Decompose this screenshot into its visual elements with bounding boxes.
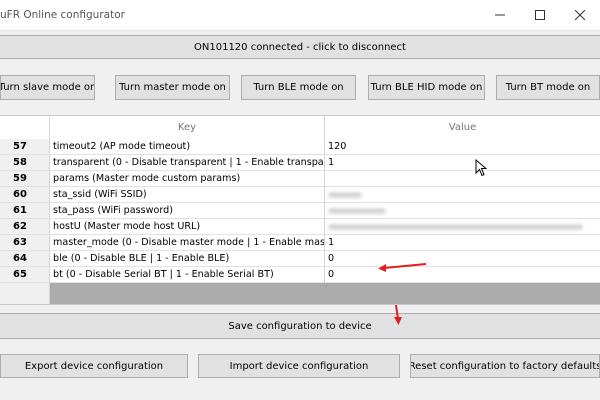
export-configuration-button[interactable]: Export device configuration	[0, 354, 188, 378]
table-row[interactable]: 60 sta_ssid (WiFi SSID)	[0, 187, 600, 203]
table-row[interactable]: 64 ble (0 - Disable BLE | 1 - Enable BLE…	[0, 251, 600, 267]
key-column-header[interactable]: Key	[50, 116, 325, 139]
redacted-value	[328, 208, 386, 214]
new-row[interactable]	[0, 283, 600, 304]
row-key: bt (0 - Disable Serial BT | 1 - Enable S…	[50, 267, 325, 283]
window-titlebar: uFR Online configurator	[0, 0, 600, 31]
row-key: params (Master mode custom params)	[50, 171, 325, 187]
row-number: 61	[0, 203, 50, 219]
table-row[interactable]: 59 params (Master mode custom params)	[0, 171, 600, 187]
slave-mode-button[interactable]: Turn slave mode on	[0, 75, 95, 100]
row-key: master_mode (0 - Disable master mode | 1…	[50, 235, 325, 251]
row-key: timeout2 (AP mode timeout)	[50, 139, 325, 155]
minimize-button[interactable]	[480, 0, 520, 30]
save-configuration-button[interactable]: Save configuration to device	[0, 313, 600, 339]
row-number: 58	[0, 155, 50, 171]
ble-mode-button[interactable]: Turn BLE mode on	[241, 75, 356, 100]
close-icon	[575, 10, 585, 20]
row-value[interactable]: 0	[325, 251, 600, 267]
table-header: Key Value	[0, 116, 600, 140]
row-value[interactable]: 1	[325, 235, 600, 251]
row-number: 57	[0, 139, 50, 155]
row-value[interactable]: 1	[325, 155, 600, 171]
reset-configuration-button[interactable]: Reset configuration to factory defaults	[410, 354, 600, 378]
row-key: transparent (0 - Disable transparent | 1…	[50, 155, 325, 171]
row-number-header	[0, 116, 50, 139]
minimize-icon	[495, 14, 505, 16]
value-column-header[interactable]: Value	[325, 116, 600, 139]
row-number: 65	[0, 267, 50, 283]
maximize-button[interactable]	[520, 0, 560, 30]
maximize-icon	[535, 10, 545, 20]
master-mode-button[interactable]: Turn master mode on	[115, 75, 230, 100]
bt-mode-button[interactable]: Turn BT mode on	[496, 75, 600, 100]
import-configuration-button[interactable]: Import device configuration	[198, 354, 400, 378]
row-number: 60	[0, 187, 50, 203]
ble-hid-mode-button[interactable]: Turn BLE HID mode on	[368, 75, 485, 100]
mouse-cursor-icon	[475, 159, 487, 177]
row-key: hostU (Master mode host URL)	[50, 219, 325, 235]
disconnect-button[interactable]: ON101120 connected - click to disconnect	[0, 35, 600, 59]
table-row[interactable]: 65 bt (0 - Disable Serial BT | 1 - Enabl…	[0, 267, 600, 283]
row-value[interactable]: 0	[325, 267, 600, 283]
row-key: ble (0 - Disable BLE | 1 - Enable BLE)	[50, 251, 325, 267]
row-key: sta_ssid (WiFi SSID)	[50, 187, 325, 203]
row-key: sta_pass (WiFi password)	[50, 203, 325, 219]
row-number: 64	[0, 251, 50, 267]
row-number: 62	[0, 219, 50, 235]
close-button[interactable]	[560, 0, 600, 30]
annotation-arrow-down-icon	[394, 304, 402, 325]
row-value-redacted[interactable]	[325, 219, 600, 235]
annotation-arrow-icon	[378, 263, 427, 272]
row-value-redacted[interactable]	[325, 187, 600, 203]
table-row[interactable]: 63 master_mode (0 - Disable master mode …	[0, 235, 600, 251]
table-row[interactable]: 58 transparent (0 - Disable transparent …	[0, 155, 600, 171]
new-row-header	[0, 283, 50, 304]
table-row[interactable]: 62 hostU (Master mode host URL)	[0, 219, 600, 235]
table-row[interactable]: 61 sta_pass (WiFi password)	[0, 203, 600, 219]
config-table: Key Value 57 timeout2 (AP mode timeout) …	[0, 115, 600, 305]
redacted-value	[328, 192, 362, 198]
row-value-redacted[interactable]	[325, 203, 600, 219]
row-number: 63	[0, 235, 50, 251]
row-number: 59	[0, 171, 50, 187]
window-title: uFR Online configurator	[0, 9, 125, 21]
row-value[interactable]: 120	[325, 139, 600, 155]
redacted-value	[328, 224, 583, 230]
row-value[interactable]	[325, 171, 600, 187]
table-row[interactable]: 57 timeout2 (AP mode timeout) 120	[0, 139, 600, 155]
